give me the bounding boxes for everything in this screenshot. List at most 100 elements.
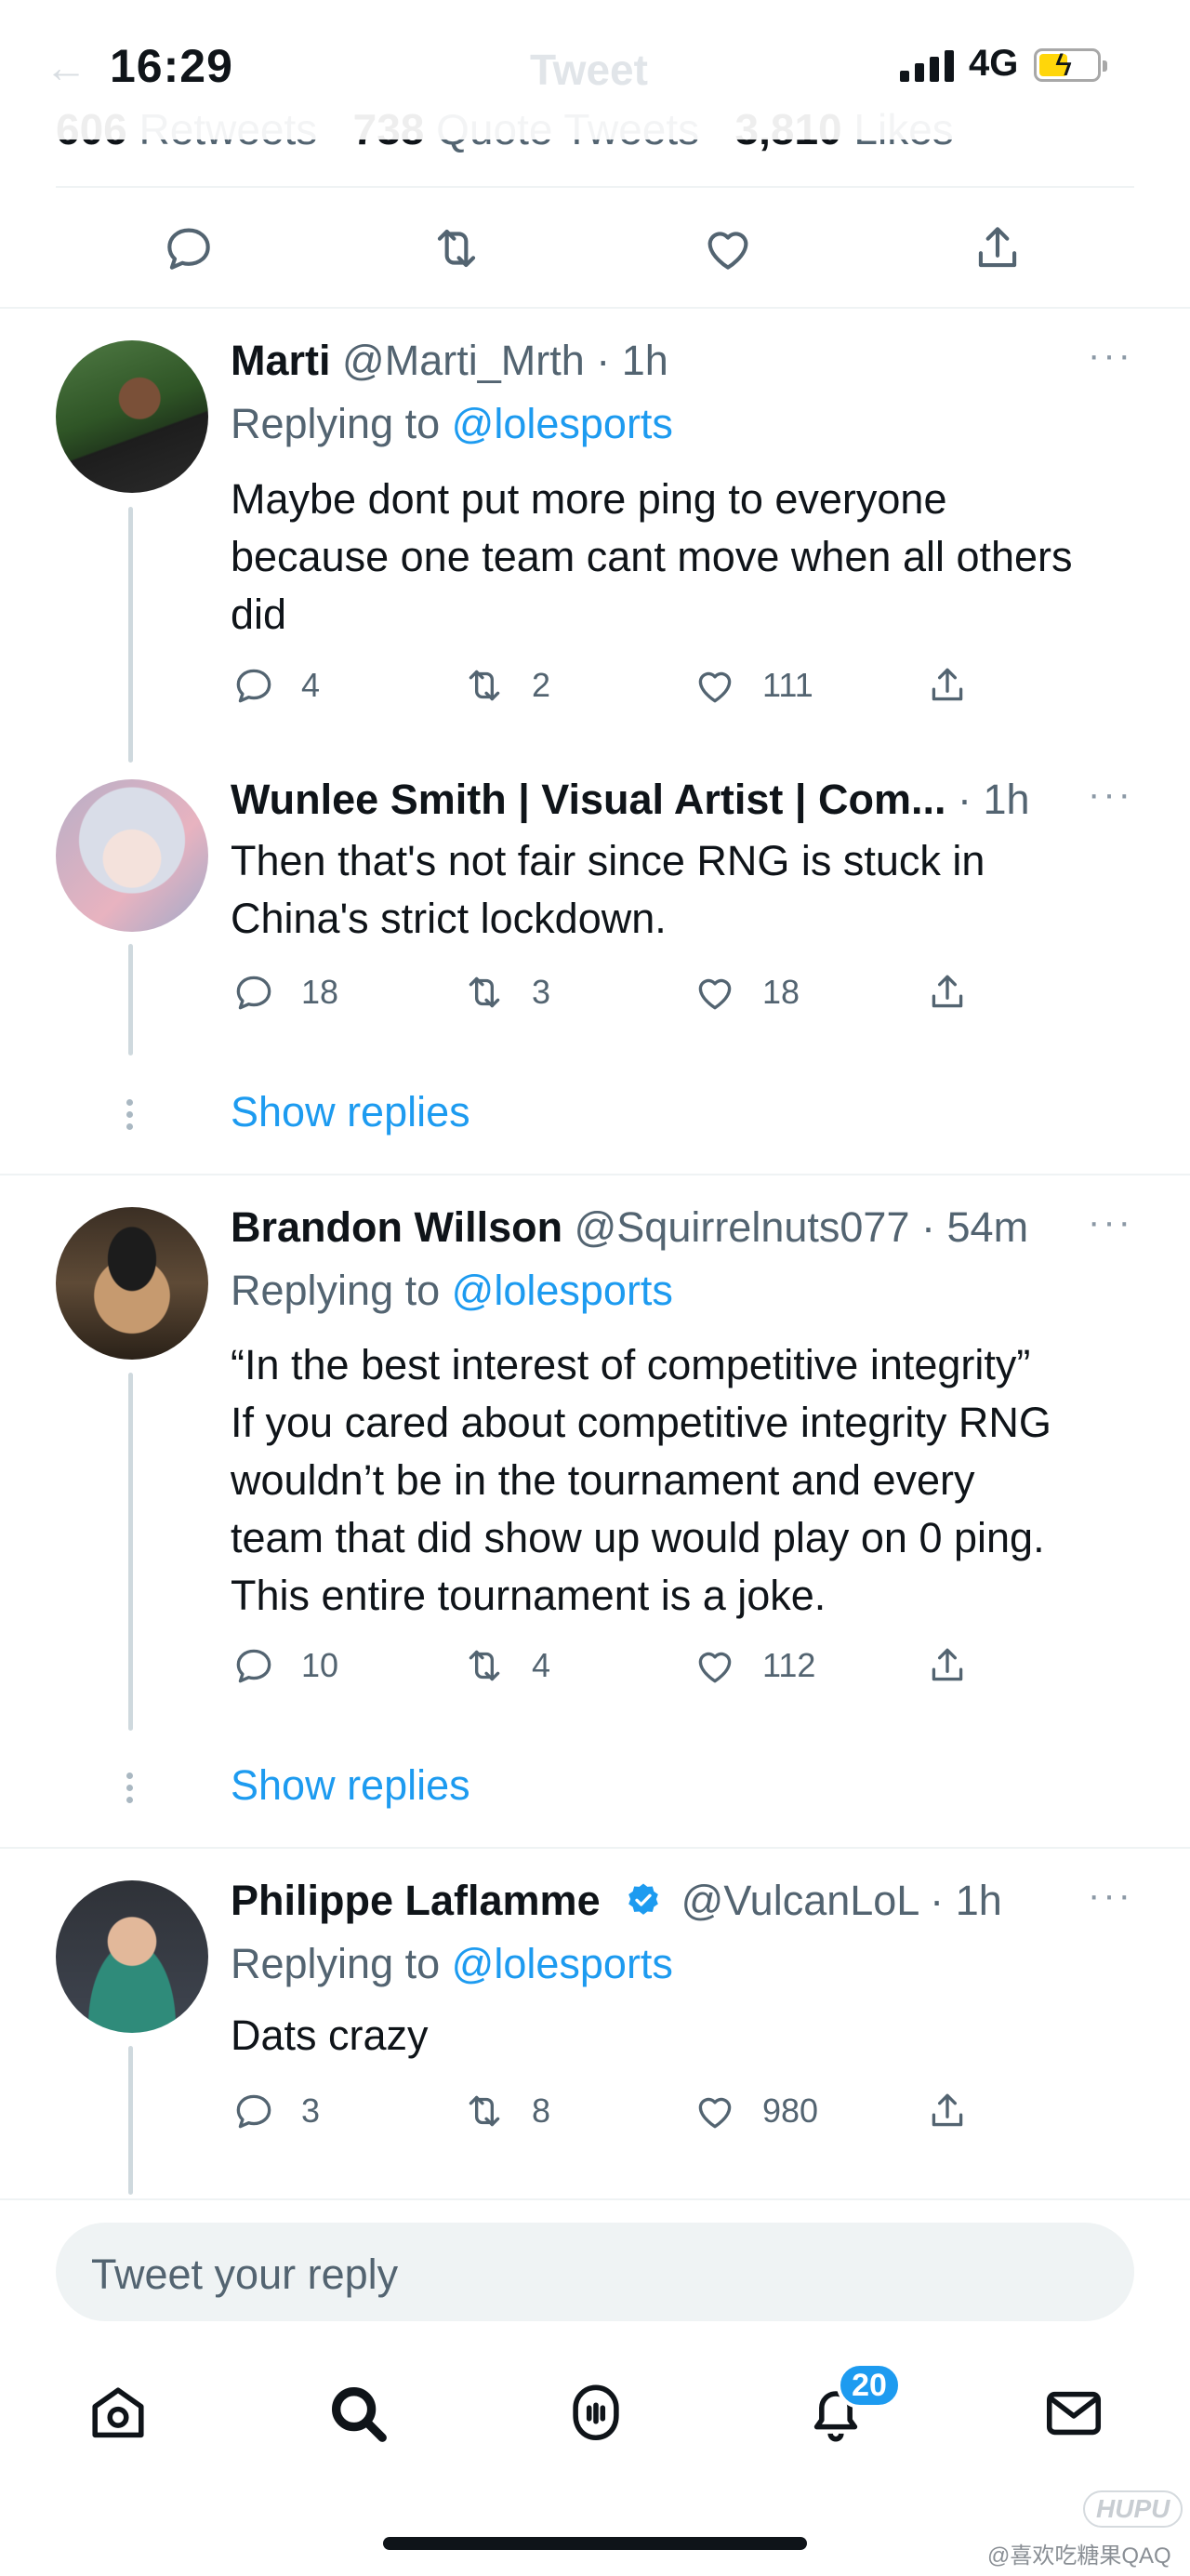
retweet-icon[interactable] [428, 219, 485, 277]
retweet-icon [469, 1650, 500, 1681]
thread-line [128, 2046, 133, 2195]
more-options-button[interactable]: ··· [1088, 1202, 1133, 1243]
back-arrow-icon[interactable]: ← [45, 42, 87, 92]
reply-icon [236, 669, 271, 703]
retweet-button[interactable]: 8 [461, 2083, 550, 2139]
divider [56, 186, 1134, 188]
avatar[interactable] [56, 1880, 208, 2033]
like-count: 18 [762, 973, 800, 1011]
network-label: 4G [969, 43, 1019, 84]
retweet-count: 4 [532, 1646, 551, 1684]
like-count: 112 [762, 1646, 816, 1684]
replying-mention[interactable]: @lolesports [452, 1940, 673, 1987]
share-button[interactable] [924, 657, 995, 713]
thread-dots [125, 1099, 136, 1135]
messages-icon[interactable] [1041, 2381, 1106, 2446]
retweet-button[interactable]: 3 [461, 964, 550, 1020]
retweet-button[interactable]: 4 [461, 1638, 550, 1693]
avatar[interactable] [56, 779, 208, 932]
retweet-icon [469, 2095, 500, 2127]
like-icon [698, 2097, 732, 2129]
reply-button[interactable]: 3 [231, 2083, 320, 2139]
divider [0, 1847, 1190, 1849]
share-button[interactable] [924, 964, 995, 1020]
avatar[interactable] [56, 340, 208, 493]
timestamp: 1h [983, 776, 1030, 823]
share-button[interactable] [924, 2083, 995, 2139]
retweet-icon [469, 976, 500, 1008]
tweet-actions: 4 2 111 [231, 657, 1067, 713]
replying-label: Replying to [231, 400, 441, 447]
share-icon[interactable] [969, 219, 1026, 277]
retweet-icon [469, 670, 500, 701]
author-name[interactable]: Marti [231, 337, 331, 384]
like-button[interactable]: 111 [692, 657, 813, 713]
author-name[interactable]: Philippe Laflamme [231, 1877, 601, 1924]
author-name[interactable]: Brandon Willson [231, 1203, 562, 1251]
search-icon[interactable] [325, 2381, 390, 2446]
share-icon [932, 1648, 963, 1681]
tweet-text: Dats crazy [231, 2012, 429, 2059]
reply-button[interactable]: 18 [231, 964, 338, 1020]
like-icon [698, 978, 732, 1010]
like-button[interactable]: 112 [692, 1638, 815, 1693]
separator: · [930, 1877, 945, 1924]
reply-button[interactable]: 4 [231, 657, 320, 713]
like-icon[interactable] [699, 219, 757, 277]
share-icon [932, 975, 963, 1008]
thread-line [128, 944, 133, 1056]
retweet-count: 3 [532, 973, 551, 1011]
timestamp: 1h [621, 337, 668, 384]
author-handle[interactable]: @Squirrelnuts077 [575, 1203, 910, 1251]
more-options-button[interactable]: ··· [1088, 774, 1133, 816]
status-bar: ← Tweet 16:29 4G ϟ [0, 0, 1190, 139]
tweet-actions: 3 8 980 [231, 2083, 1067, 2139]
status-time: 16:29 [110, 40, 233, 92]
reply-input[interactable]: Tweet your reply [56, 2223, 1134, 2321]
like-icon [698, 1652, 732, 1683]
show-replies-link[interactable]: Show replies [231, 1088, 470, 1136]
more-options-button[interactable]: ··· [1088, 335, 1133, 377]
avatar[interactable] [56, 1207, 208, 1360]
thread-line [128, 507, 133, 763]
more-options-button[interactable]: ··· [1088, 1875, 1133, 1917]
watermark-text: @喜欢吃糖果QAQ [987, 2543, 1171, 2569]
notification-badge: 20 [837, 2362, 902, 2409]
share-button[interactable] [924, 1638, 995, 1693]
reply-icon [236, 2094, 271, 2129]
main-tweet-actions [0, 197, 1190, 299]
nav-title: Tweet [530, 46, 648, 94]
like-button[interactable]: 18 [692, 964, 800, 1020]
replying-mention[interactable]: @lolesports [452, 400, 673, 447]
replying-label: Replying to [231, 1267, 441, 1314]
battery-charging-icon: ϟ [1034, 47, 1107, 83]
retweet-count: 8 [532, 2091, 551, 2130]
like-count: 111 [762, 666, 813, 704]
reply-icon[interactable] [160, 219, 218, 277]
separator: · [958, 776, 972, 823]
signal-icon [900, 50, 954, 82]
verified-badge-icon [628, 1883, 658, 1915]
reply-button[interactable]: 10 [231, 1638, 338, 1693]
spaces-icon[interactable] [563, 2381, 628, 2446]
show-replies-link[interactable]: Show replies [231, 1761, 470, 1810]
like-count: 980 [762, 2091, 819, 2130]
like-icon [698, 671, 732, 703]
watermark-logo: HUPU [1083, 2490, 1183, 2528]
bottom-tab-bar [0, 2353, 1190, 2474]
retweet-count: 2 [532, 666, 551, 704]
thread-line [128, 1373, 133, 1731]
tweet-text: “In the best interest of competitive int… [231, 1341, 1051, 1619]
replying-label: Replying to [231, 1940, 441, 1987]
author-handle[interactable]: @Marti_Mrth [342, 337, 585, 384]
reply-icon [236, 1649, 271, 1683]
retweet-button[interactable]: 2 [461, 657, 550, 713]
share-icon [932, 2093, 963, 2127]
home-indicator[interactable] [383, 2537, 807, 2550]
home-icon[interactable] [86, 2381, 151, 2446]
tweet-actions: 10 4 112 [231, 1638, 1067, 1693]
like-button[interactable]: 980 [692, 2083, 818, 2139]
author-name[interactable]: Wunlee Smith | Visual Artist | Com... [231, 776, 945, 823]
replying-mention[interactable]: @lolesports [452, 1267, 673, 1314]
author-handle[interactable]: @VulcanLoL [681, 1877, 919, 1924]
